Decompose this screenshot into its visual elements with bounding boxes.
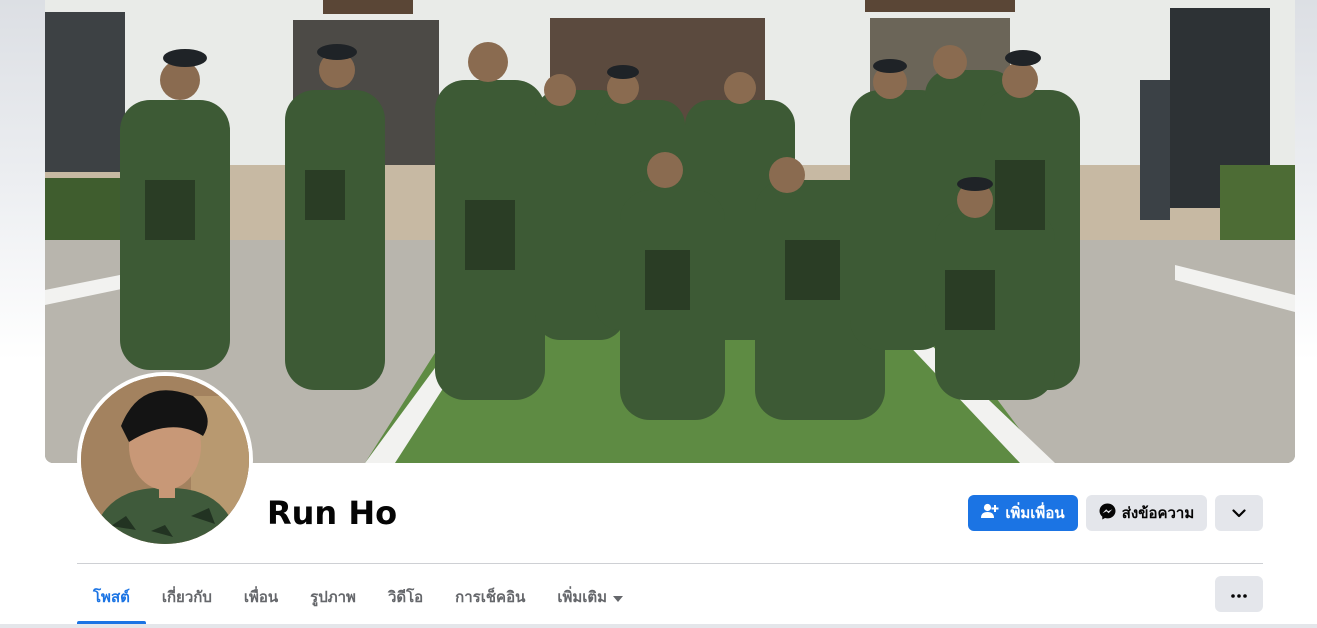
tab-checkins[interactable]: การเช็คอิน xyxy=(439,570,541,624)
profile-actions-dropdown-button[interactable] xyxy=(1215,495,1263,531)
message-label: ส่งข้อความ xyxy=(1121,504,1195,522)
add-friend-button[interactable]: เพิ่มเพื่อน xyxy=(968,495,1078,531)
avatar xyxy=(81,376,249,544)
header-divider xyxy=(77,563,1263,564)
add-friend-label: เพิ่มเพื่อน xyxy=(1005,504,1065,522)
tab-label: วิดีโอ xyxy=(387,588,424,606)
tab-videos[interactable]: วิดีโอ xyxy=(372,570,439,624)
tab-label: เพื่อน xyxy=(243,588,279,606)
avatar-illustration xyxy=(81,376,249,544)
messenger-icon xyxy=(1099,503,1116,524)
page-bottom-edge xyxy=(0,624,1317,628)
profile-tabs: โพสต์ เกี่ยวกับ เพื่อน รูปภาพ วิดีโอ การ… xyxy=(77,570,639,624)
tab-label: เกี่ยวกับ xyxy=(161,588,212,606)
tab-about[interactable]: เกี่ยวกับ xyxy=(146,570,228,624)
profile-name: Run Ho xyxy=(267,494,398,532)
caret-down-icon xyxy=(613,588,624,606)
tab-label: การเช็คอิน xyxy=(455,588,526,606)
tab-label: โพสต์ xyxy=(93,588,130,606)
ellipsis-icon xyxy=(1231,585,1247,603)
tab-friends[interactable]: เพื่อน xyxy=(228,570,294,624)
tab-label: เพิ่มเติม xyxy=(557,588,608,606)
chevron-down-icon xyxy=(1232,504,1246,522)
tab-posts[interactable]: โพสต์ xyxy=(77,570,146,624)
person-plus-icon xyxy=(981,503,999,523)
tab-photos[interactable]: รูปภาพ xyxy=(294,570,372,624)
tab-more[interactable]: เพิ่มเติม xyxy=(541,570,639,624)
overflow-menu-button[interactable] xyxy=(1215,576,1263,612)
tab-label: รูปภาพ xyxy=(310,588,356,606)
message-button[interactable]: ส่งข้อความ xyxy=(1086,495,1207,531)
cover-photo[interactable] xyxy=(45,0,1295,463)
profile-picture[interactable] xyxy=(77,372,253,548)
cover-photo-illustration xyxy=(45,0,1295,463)
